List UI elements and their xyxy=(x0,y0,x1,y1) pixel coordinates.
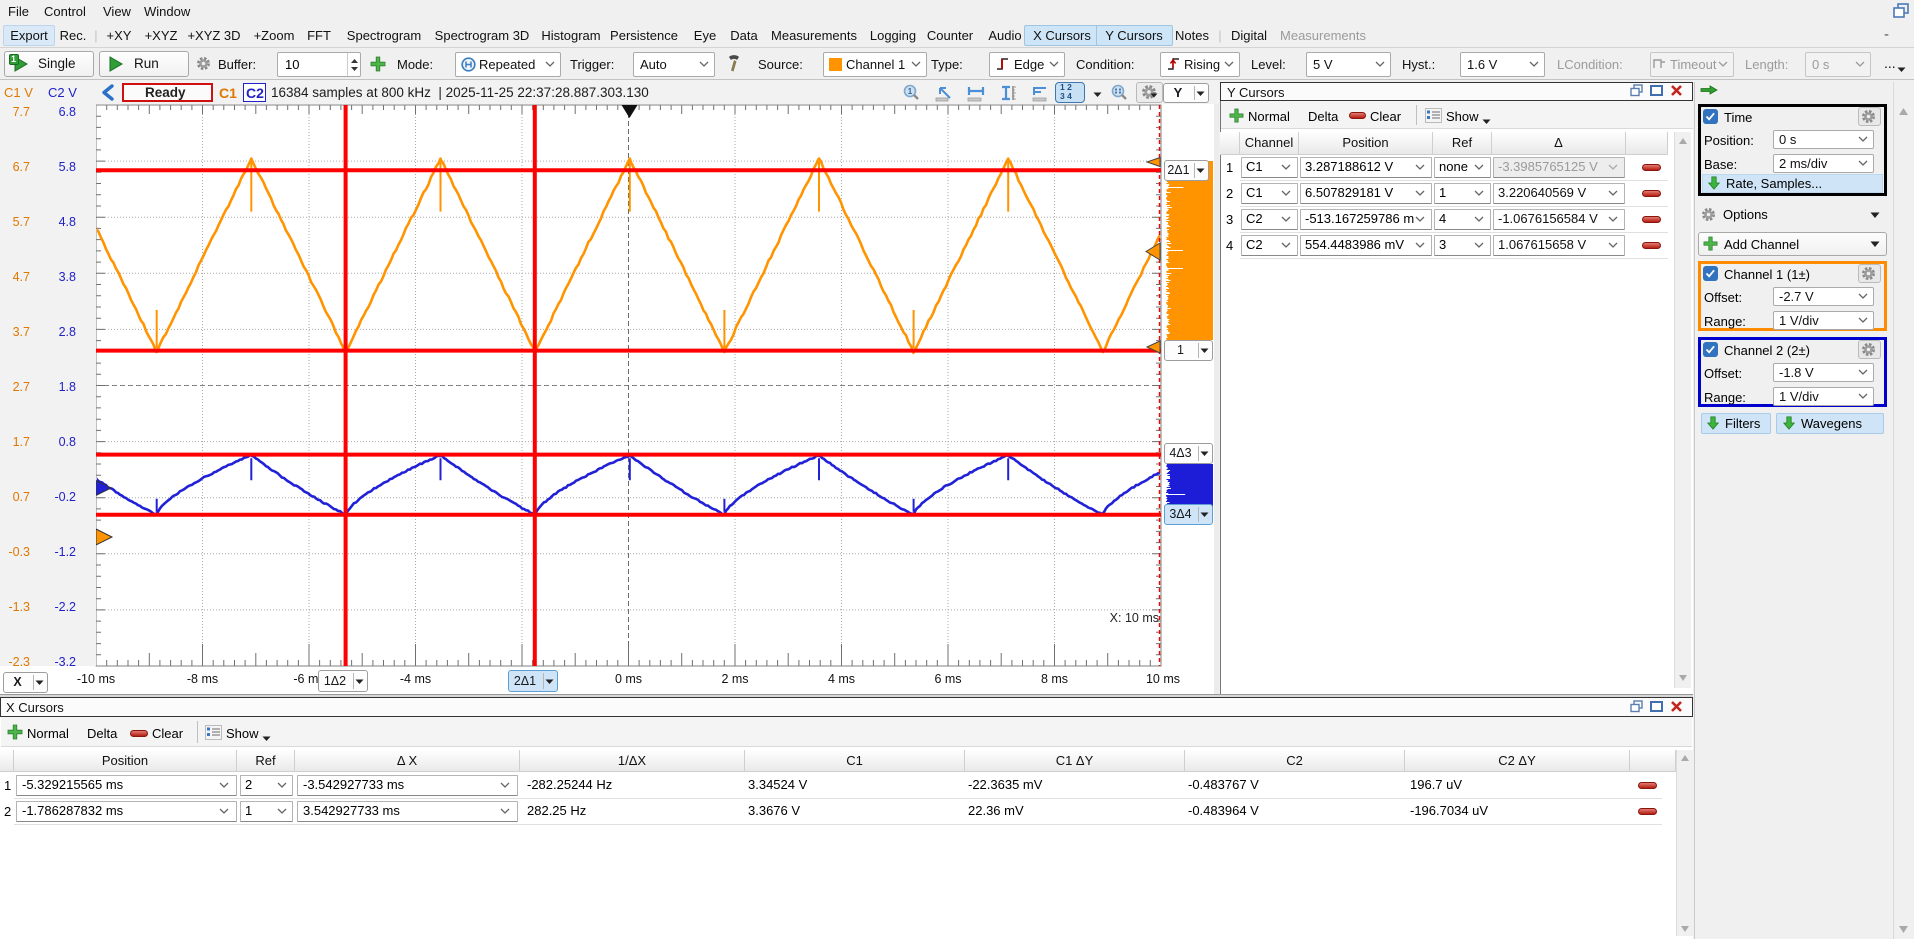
svg-text:1: 1 xyxy=(908,87,913,96)
